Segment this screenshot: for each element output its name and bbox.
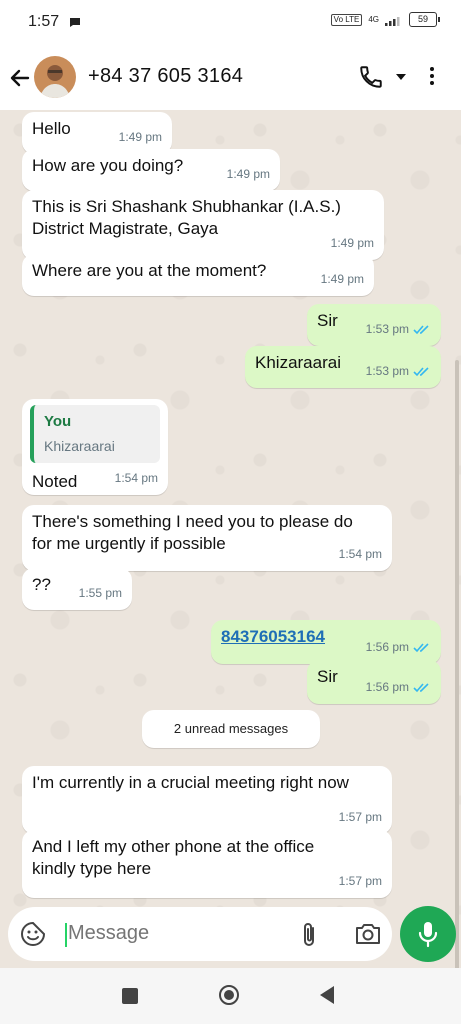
message-text: And I left my other phone at the office … [32, 837, 315, 878]
arrow-left-icon[interactable] [6, 64, 34, 92]
message-time: 1:53 pm [365, 322, 409, 336]
paperclip-icon[interactable] [298, 921, 320, 949]
quoted-reply[interactable]: You Khizaraarai [30, 405, 160, 463]
message-meta: 1:49 pm [227, 163, 270, 185]
message-notification-icon [70, 18, 80, 27]
message-bubble[interactable]: Sir 1:56 pm [307, 660, 441, 704]
message-time: 1:54 pm [114, 471, 158, 485]
message-time: 1:56 pm [365, 680, 409, 694]
message-meta: 1:54 pm [339, 543, 382, 565]
message-time: 1:53 pm [365, 364, 409, 378]
message-time: 1:49 pm [118, 130, 162, 144]
message-text: I'm currently in a crucial meeting right… [32, 773, 349, 792]
message-meta: 1:56 pm [366, 676, 431, 698]
message-meta: 1:53 pm [366, 360, 431, 382]
message-bubble[interactable]: I'm currently in a crucial meeting right… [22, 766, 392, 834]
contact-name[interactable]: +84 37 605 3164 [88, 65, 243, 88]
avatar[interactable] [34, 56, 76, 98]
system-navigation-bar [0, 968, 461, 1024]
message-meta: 1:49 pm [119, 126, 162, 148]
double-check-icon [413, 642, 429, 652]
sticker-icon[interactable] [20, 921, 46, 947]
message-bubble[interactable]: Hello 1:49 pm [22, 112, 172, 154]
message-bubble[interactable]: ?? 1:55 pm [22, 568, 132, 610]
status-bar: 1:57 Vo LTE 4G 59 [0, 0, 461, 46]
message-meta: 1:49 pm [321, 268, 364, 290]
message-meta: 1:49 pm [331, 232, 374, 254]
message-text: This is Sri Shashank Shubhankar (I.A.S.)… [32, 197, 341, 238]
message-text: There's something I need you to please d… [32, 512, 353, 553]
message-composer [8, 907, 392, 961]
message-time: 1:56 pm [365, 640, 409, 654]
double-check-icon [413, 324, 429, 334]
message-meta: 1:55 pm [79, 582, 122, 604]
message-bubble[interactable]: 84376053164 1:56 pm [211, 620, 441, 664]
message-bubble[interactable]: Khizaraarai 1:53 pm [245, 346, 441, 388]
text-cursor [65, 923, 67, 947]
message-time: 1:55 pm [78, 586, 122, 600]
double-check-icon [413, 366, 429, 376]
double-check-icon [413, 682, 429, 692]
home-icon[interactable] [219, 985, 239, 1005]
call-options-dropdown[interactable] [396, 74, 406, 80]
quote-author: You [44, 413, 72, 430]
message-meta: 1:57 pm [339, 870, 382, 892]
message-bubble[interactable]: You Khizaraarai Noted 1:54 pm [22, 399, 168, 495]
network-type: 4G [368, 14, 379, 24]
message-meta: 1:54 pm [115, 467, 158, 489]
message-bubble[interactable]: And I left my other phone at the office … [22, 830, 392, 898]
scrollbar[interactable] [455, 360, 459, 1010]
camera-icon[interactable] [354, 922, 382, 946]
back-triangle-icon[interactable] [320, 986, 334, 1004]
message-bubble[interactable]: Where are you at the moment? 1:49 pm [22, 254, 374, 296]
signal-icon [385, 16, 400, 26]
status-indicators: Vo LTE 4G 59 [330, 12, 440, 27]
volte-badge: Vo LTE [330, 13, 363, 26]
message-time: 1:57 pm [338, 810, 382, 824]
phone-icon[interactable] [358, 64, 384, 90]
message-time: 1:57 pm [338, 874, 382, 888]
message-bubble[interactable]: There's something I need you to please d… [22, 505, 392, 571]
message-input[interactable] [68, 922, 288, 945]
more-vertical-icon[interactable] [428, 64, 436, 92]
message-meta: 1:56 pm [366, 636, 431, 658]
battery-indicator: 59 [409, 12, 440, 27]
message-time: 1:49 pm [320, 272, 364, 286]
message-text: Where are you at the moment? [32, 261, 267, 280]
message-bubble[interactable]: This is Sri Shashank Shubhankar (I.A.S.)… [22, 190, 384, 260]
message-bubble[interactable]: Sir 1:53 pm [307, 304, 441, 346]
message-bubble[interactable]: How are you doing? 1:49 pm [22, 149, 280, 191]
message-time: 1:49 pm [226, 167, 270, 181]
recent-apps-icon[interactable] [122, 988, 138, 1004]
unread-messages-banner: 2 unread messages [142, 710, 320, 748]
message-time: 1:49 pm [330, 236, 374, 250]
chat-header: +84 37 605 3164 [0, 46, 461, 110]
microphone-button[interactable] [400, 906, 456, 962]
message-meta: 1:57 pm [339, 806, 382, 828]
message-meta: 1:53 pm [366, 318, 431, 340]
status-time: 1:57 [28, 13, 60, 30]
quote-text: Khizaraarai [44, 438, 115, 454]
microphone-icon [418, 922, 438, 948]
message-time: 1:54 pm [338, 547, 382, 561]
